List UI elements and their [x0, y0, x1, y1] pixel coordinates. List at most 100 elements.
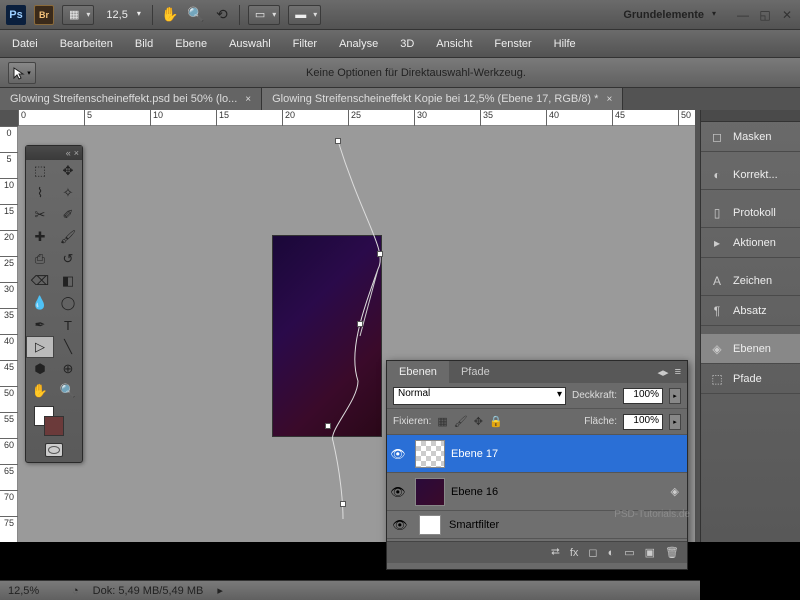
tools-panel[interactable]: «× ⬚ ✥ ⌇ ✧ ✂ ✐ ✚ 🖌 ⎙ ↺ ⌫ ◧ 💧 ◯ ✒ T ▷ ╲ ⬢… [25, 145, 83, 463]
filter-mask-thumb[interactable] [419, 515, 441, 535]
line-tool[interactable]: ╲ [54, 336, 82, 358]
document-tab[interactable]: Glowing Streifenscheineffekt.psd bei 50%… [0, 88, 262, 110]
marquee-tool[interactable]: ⬚ [26, 160, 54, 182]
dock-ebenen[interactable]: ◈Ebenen [701, 334, 800, 364]
layer-row[interactable]: 👁 Ebene 17 [387, 435, 687, 473]
blend-mode-dropdown[interactable]: Normal [393, 387, 566, 405]
bridge-logo[interactable]: Br [34, 5, 54, 25]
3d-camera-tool[interactable]: ⊕ [54, 358, 82, 380]
layer-row[interactable]: 👁 Ebene 16 ◈ [387, 473, 687, 511]
pen-tool[interactable]: ✒ [26, 314, 54, 336]
close-icon[interactable]: ✕ [780, 8, 794, 22]
minimize-icon[interactable]: — [736, 8, 750, 22]
background-color[interactable] [44, 416, 64, 436]
layer-name[interactable]: Ebene 16 [451, 486, 663, 498]
zoom-icon[interactable]: 🔍 [187, 6, 205, 24]
panel-menu-icon[interactable]: ≡ [675, 366, 681, 379]
visibility-icon[interactable]: 👁 [387, 447, 409, 461]
anchor-point[interactable] [377, 251, 383, 257]
layer-list[interactable]: 👁 Ebene 17 👁 Ebene 16 ◈ 👁 Smartfilter 👁 … [387, 435, 687, 541]
anchor-point[interactable] [357, 321, 363, 327]
menu-bearbeiten[interactable]: Bearbeiten [60, 38, 113, 50]
menu-hilfe[interactable]: Hilfe [554, 38, 576, 50]
hand-tool[interactable]: ✋ [26, 380, 54, 402]
layer-thumbnail[interactable] [415, 440, 445, 468]
new-layer-icon[interactable]: ▣ [645, 546, 655, 559]
link-layers-icon[interactable]: ⮂ [551, 546, 560, 559]
visibility-icon[interactable]: 👁 [387, 485, 409, 499]
layout-dropdown[interactable]: ▦ [62, 5, 94, 25]
dock-absatz[interactable]: ¶Absatz [701, 296, 800, 326]
tab-pfade[interactable]: Pfade [449, 361, 502, 383]
add-mask-icon[interactable]: ◻ [588, 546, 597, 559]
trash-icon[interactable]: 🗑 [665, 546, 679, 559]
workspace-switcher[interactable]: Grundelemente [623, 9, 718, 21]
dodge-tool[interactable]: ◯ [54, 292, 82, 314]
vertical-ruler[interactable]: 0 5 10 15 20 25 30 35 40 45 50 55 60 65 … [0, 126, 18, 542]
opacity-slider[interactable]: ▸ [669, 388, 681, 404]
menu-ansicht[interactable]: Ansicht [436, 38, 472, 50]
anchor-point[interactable] [340, 501, 346, 507]
anchor-point[interactable] [335, 138, 341, 144]
tab-close-icon[interactable]: × [245, 94, 251, 105]
dock-aktionen[interactable]: ▸Aktionen [701, 228, 800, 258]
layer-name[interactable]: Ebene 17 [451, 448, 687, 460]
fill-slider[interactable]: ▸ [669, 414, 681, 430]
tools-panel-header[interactable]: «× [26, 146, 82, 160]
dock-masken[interactable]: ◻Masken [701, 122, 800, 152]
adjustment-icon[interactable]: ◐ [608, 547, 615, 559]
horizontal-ruler[interactable]: 0 5 10 15 20 25 30 35 40 45 50 [18, 110, 695, 126]
fill-input[interactable]: 100% [623, 414, 663, 430]
menu-bild[interactable]: Bild [135, 38, 153, 50]
layer-thumbnail[interactable] [415, 478, 445, 506]
fx-icon[interactable]: fx [570, 547, 579, 559]
heal-tool[interactable]: ✚ [26, 226, 54, 248]
anchor-point[interactable] [325, 423, 331, 429]
menu-3d[interactable]: 3D [400, 38, 414, 50]
dock-protokoll[interactable]: ▯Protokoll [701, 198, 800, 228]
status-menu-icon[interactable]: ▸ [217, 584, 223, 597]
tab-ebenen[interactable]: Ebenen [387, 361, 449, 383]
gradient-tool[interactable]: ◧ [54, 270, 82, 292]
group-icon[interactable]: ▭ [624, 546, 634, 559]
dock-pfade[interactable]: ⬚Pfade [701, 364, 800, 394]
opacity-input[interactable]: 100% [623, 388, 663, 404]
color-swatches[interactable] [26, 402, 82, 438]
document-tab[interactable]: Glowing Streifenscheineffekt Kopie bei 1… [262, 88, 623, 110]
status-info-icon[interactable]: ◔ [72, 585, 79, 597]
restore-icon[interactable]: ◱ [758, 8, 772, 22]
type-tool[interactable]: T [54, 314, 82, 336]
wand-tool[interactable]: ✧ [54, 182, 82, 204]
eyedropper-tool[interactable]: ✐ [54, 204, 82, 226]
crop-tool[interactable]: ✂ [26, 204, 54, 226]
status-zoom[interactable]: 12,5% [8, 585, 58, 597]
3d-tool[interactable]: ⬢ [26, 358, 54, 380]
tab-close-icon[interactable]: × [606, 94, 612, 105]
dock-korrekt[interactable]: ◐Korrekt... [701, 160, 800, 190]
dock-grip[interactable] [701, 110, 800, 122]
photoshop-logo[interactable]: Ps [6, 5, 26, 25]
menu-fenster[interactable]: Fenster [494, 38, 531, 50]
panel-collapse-icon[interactable]: ◂▸ [658, 366, 669, 379]
lock-position-icon[interactable]: ✥ [474, 415, 483, 428]
visibility-icon[interactable]: 👁 [389, 518, 411, 532]
menu-filter[interactable]: Filter [293, 38, 317, 50]
hand-icon[interactable]: ✋ [161, 6, 179, 24]
blur-tool[interactable]: 💧 [26, 292, 54, 314]
close-icon[interactable]: × [74, 148, 79, 158]
lasso-tool[interactable]: ⌇ [26, 182, 54, 204]
layers-panel[interactable]: Ebenen Pfade ◂▸≡ Normal Deckkraft: 100% … [386, 360, 688, 570]
arrange-dropdown[interactable]: ▭ [248, 5, 280, 25]
menu-auswahl[interactable]: Auswahl [229, 38, 271, 50]
path-select-tool[interactable]: ▷ [26, 336, 54, 358]
dock-zeichen[interactable]: AZeichen [701, 266, 800, 296]
lock-transparency-icon[interactable]: ▦ [437, 415, 447, 428]
lock-all-icon[interactable]: 🔒 [489, 415, 503, 428]
zoom-dropdown[interactable]: 12,5 [102, 9, 143, 21]
rotate-icon[interactable]: ⟲ [213, 6, 231, 24]
menu-datei[interactable]: Datei [12, 38, 38, 50]
collapse-icon[interactable]: « [66, 148, 71, 158]
brush-tool[interactable]: 🖌 [54, 226, 82, 248]
current-tool-picker[interactable] [8, 62, 36, 84]
stamp-tool[interactable]: ⎙ [26, 248, 54, 270]
